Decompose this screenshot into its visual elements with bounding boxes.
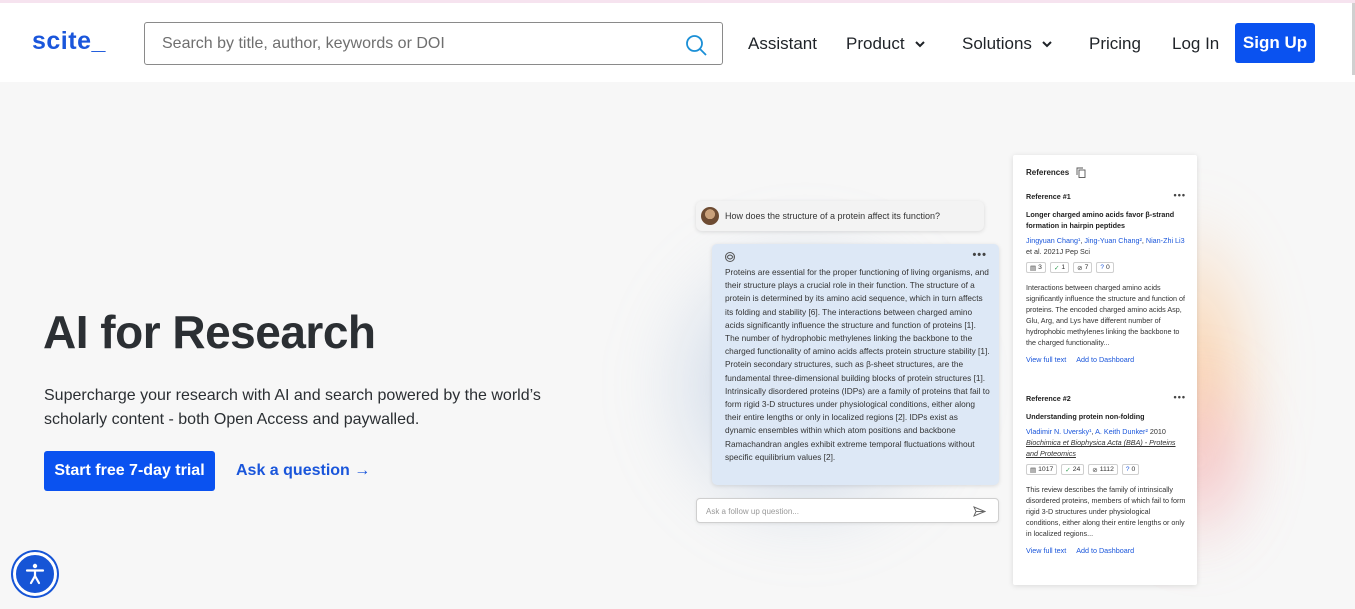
nav-login[interactable]: Log In: [1172, 34, 1219, 54]
journal-link[interactable]: Biochimica et Biophysica Acta (BBA) - Pr…: [1026, 438, 1176, 458]
view-full-text-link[interactable]: View full text: [1026, 355, 1066, 364]
question-icon: ?: [1100, 264, 1105, 271]
search-input[interactable]: [162, 33, 662, 55]
followup-input[interactable]: [706, 505, 946, 517]
citation-stats: ▤ 3 ✓ 1 ⊘ 7 ? 0: [1026, 262, 1186, 273]
author-link[interactable]: A. Keith Dunker²: [1095, 427, 1148, 436]
references-panel: References Reference #1 ••• Longer charg…: [1013, 155, 1197, 585]
hero-title: AI for Research: [43, 306, 376, 358]
stat-mentioning: ⊘ 7: [1073, 262, 1093, 273]
more-options-icon[interactable]: •••: [1174, 190, 1186, 200]
reference-item: Reference #2 ••• Understanding protein n…: [1026, 392, 1186, 555]
accessibility-button[interactable]: [13, 552, 57, 596]
document-icon: ▤: [1030, 466, 1037, 474]
reference-label: Reference #1: [1026, 192, 1071, 201]
signup-button[interactable]: Sign Up: [1235, 23, 1315, 63]
stat-contrasting: ? 0: [1096, 262, 1114, 273]
reference-title[interactable]: Longer charged amino acids favor β-stran…: [1026, 209, 1186, 231]
hero-subtitle: Supercharge your research with AI and se…: [44, 387, 541, 428]
add-to-dashboard-link[interactable]: Add to Dashboard: [1076, 355, 1134, 364]
mention-icon: ⊘: [1092, 466, 1098, 474]
citation-stats: ▤ 1017 ✓ 24 ⊘ 1112 ? 0: [1026, 464, 1186, 475]
stat-publications: ▤ 3: [1026, 262, 1046, 273]
question-text: How does the structure of a protein affe…: [725, 211, 940, 221]
references-header: References: [1026, 167, 1086, 178]
more-options-icon[interactable]: •••: [972, 249, 987, 261]
check-icon: ✓: [1065, 466, 1071, 474]
reference-abstract: This review describes the family of intr…: [1026, 485, 1186, 538]
reference-authors: Vladimir N. Uversky¹, A. Keith Dunker² 2…: [1026, 427, 1176, 458]
mention-icon: ⊘: [1077, 264, 1083, 272]
nav-product[interactable]: Product: [846, 34, 927, 54]
search-icon[interactable]: [684, 33, 708, 57]
start-trial-button[interactable]: Start free 7-day trial: [44, 451, 215, 491]
reference-label: Reference #2: [1026, 394, 1071, 403]
reference-item: Reference #1 ••• Longer charged amino ac…: [1026, 190, 1186, 364]
send-icon[interactable]: [973, 505, 986, 518]
avatar: [701, 207, 719, 225]
check-icon: ✓: [1053, 264, 1060, 272]
document-icon: ▤: [1030, 264, 1037, 272]
nav-pricing[interactable]: Pricing: [1089, 34, 1141, 54]
author-link[interactable]: Jingyuan Chang¹: [1026, 236, 1080, 245]
reference-links: View full text Add to Dashboard: [1026, 355, 1186, 364]
question-icon: ?: [1125, 466, 1130, 473]
reference-title[interactable]: Understanding protein non-folding: [1026, 411, 1186, 422]
chevron-down-icon: [914, 41, 925, 48]
search-box: [144, 22, 723, 65]
view-full-text-link[interactable]: View full text: [1026, 546, 1066, 555]
author-link[interactable]: Nian-Zhi Li3: [1146, 236, 1185, 245]
stat-supporting: ✓ 24: [1061, 464, 1085, 475]
reference-authors: Jingyuan Chang¹, Jing-Yuan Chang², Nian-…: [1026, 236, 1185, 256]
nav-assistant[interactable]: Assistant: [748, 34, 817, 54]
stat-supporting: ✓ 1: [1049, 262, 1070, 273]
stat-contrasting: ? 0: [1121, 464, 1140, 475]
author-link[interactable]: Vladimir N. Uversky¹: [1026, 427, 1092, 436]
user-question-bubble: How does the structure of a protein affe…: [696, 201, 984, 231]
answer-text: Proteins are essential for the proper fu…: [725, 267, 990, 462]
scite-logo[interactable]: scite_: [32, 27, 106, 56]
accessibility-icon: [25, 563, 45, 585]
assistant-logo-icon: [725, 252, 735, 262]
stat-mentioning: ⊘ 1112: [1088, 464, 1118, 475]
more-options-icon[interactable]: •••: [1174, 392, 1186, 402]
copy-icon[interactable]: [1076, 167, 1086, 178]
add-to-dashboard-link[interactable]: Add to Dashboard: [1076, 546, 1134, 555]
author-link[interactable]: Jing-Yuan Chang²: [1084, 236, 1142, 245]
reference-links: View full text Add to Dashboard: [1026, 546, 1186, 555]
ask-question-link[interactable]: Ask a question →: [236, 462, 370, 480]
assistant-answer-card: ••• Proteins are essential for the prope…: [712, 244, 999, 485]
stat-publications: ▤ 1017: [1026, 464, 1058, 475]
followup-box: [696, 498, 999, 523]
chevron-down-icon: [1042, 41, 1052, 48]
nav-solutions[interactable]: Solutions: [962, 34, 1054, 54]
reference-abstract: Interactions between charged amino acids…: [1026, 283, 1186, 347]
